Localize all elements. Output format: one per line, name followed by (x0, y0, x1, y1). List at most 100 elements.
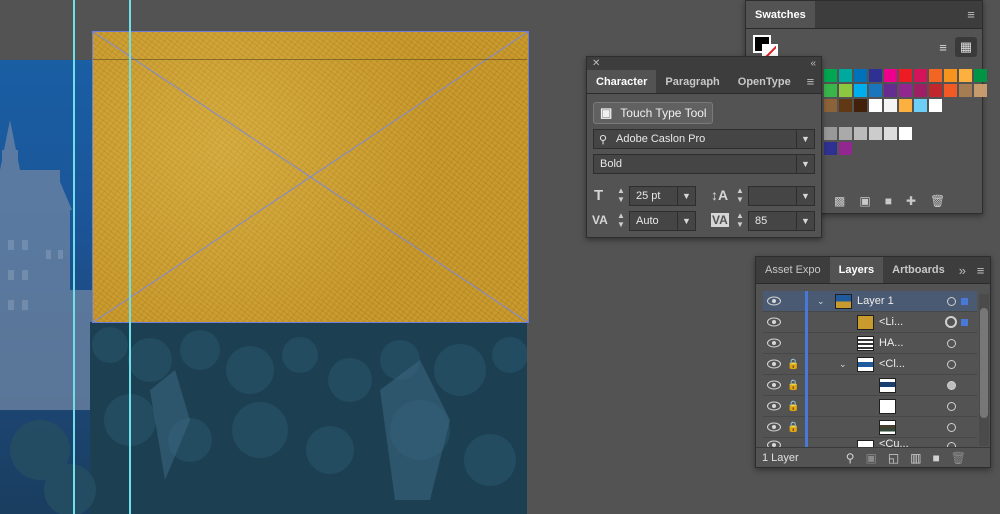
close-icon[interactable]: ✕ (592, 57, 600, 70)
eye-icon[interactable] (767, 440, 781, 447)
target-icon[interactable] (947, 296, 956, 306)
target-icon[interactable] (945, 316, 957, 328)
swatch-library-icon[interactable]: ▩ (834, 194, 845, 208)
vertical-guide[interactable] (129, 0, 131, 514)
layer-row-sublayer[interactable]: 🔒 (763, 375, 977, 396)
lock-icon[interactable]: 🔒 (787, 401, 799, 412)
font-family-dropdown[interactable]: ⚲ Adobe Caslon Pro ▼ (593, 129, 815, 149)
eye-icon[interactable] (767, 401, 781, 411)
chevron-down-icon[interactable]: ⌄ (839, 359, 847, 370)
layer-row-text[interactable]: HA... (763, 333, 977, 354)
color-swatch[interactable] (824, 69, 837, 82)
group-swatch[interactable] (839, 142, 852, 155)
layer-name[interactable]: <Cu... (879, 438, 909, 447)
eye-icon[interactable] (767, 317, 781, 327)
tab-artboards[interactable]: Artboards (883, 257, 954, 283)
color-swatch[interactable] (884, 84, 897, 97)
color-swatch[interactable] (884, 69, 897, 82)
layer-row-sublayer[interactable]: 🔒 (763, 396, 977, 417)
color-swatch[interactable] (974, 84, 987, 97)
kerning-field[interactable]: Auto ▼ (629, 211, 696, 231)
color-swatch[interactable] (824, 84, 837, 97)
layer-row-linked-image[interactable]: <Li... (763, 312, 977, 333)
color-swatch[interactable] (929, 99, 942, 112)
font-style-dropdown[interactable]: Bold ▼ (593, 154, 815, 174)
color-swatch[interactable] (884, 99, 897, 112)
color-swatch[interactable] (959, 84, 972, 97)
tab-swatches[interactable]: Swatches (746, 1, 815, 28)
eye-icon[interactable] (767, 296, 781, 306)
lock-icon[interactable]: 🔒 (787, 380, 799, 391)
layer-name[interactable]: Layer 1 (857, 295, 894, 307)
color-swatch[interactable] (824, 99, 837, 112)
color-swatch[interactable] (854, 99, 867, 112)
color-swatch[interactable] (974, 69, 987, 82)
leading-field[interactable]: ▼ (748, 186, 815, 206)
font-size-field[interactable]: 25 pt ▼ (629, 186, 696, 206)
selection-indicator[interactable] (961, 297, 968, 305)
color-swatch[interactable] (869, 99, 882, 112)
color-swatch[interactable] (899, 69, 912, 82)
color-swatch[interactable] (839, 99, 852, 112)
tab-character[interactable]: Character (587, 70, 657, 93)
color-swatch[interactable] (929, 69, 942, 82)
gray-swatch[interactable] (899, 127, 912, 140)
scrollbar-thumb[interactable] (980, 308, 988, 418)
lock-icon[interactable]: 🔒 (787, 422, 799, 433)
color-swatch[interactable] (869, 69, 882, 82)
color-swatch[interactable] (914, 99, 927, 112)
color-swatch[interactable] (944, 69, 957, 82)
kerning-stepper[interactable]: ▲ ▼ (616, 211, 626, 231)
new-color-group-icon[interactable]: ■ (885, 194, 892, 208)
new-swatch-icon[interactable]: ✚ (906, 194, 916, 208)
color-swatch[interactable] (854, 69, 867, 82)
tab-asset-export[interactable]: Asset Expo (756, 257, 830, 283)
group-swatch[interactable] (824, 142, 837, 155)
eye-icon[interactable] (767, 359, 781, 369)
gray-swatch[interactable] (884, 127, 897, 140)
layer-row-compound[interactable]: <Cu... (763, 438, 977, 447)
color-swatch[interactable] (929, 84, 942, 97)
trash-icon[interactable]: 🗑 (951, 451, 966, 465)
hamburger-menu-icon[interactable]: ≡ (971, 257, 990, 283)
collapse-icon[interactable]: « (810, 57, 816, 70)
eye-icon[interactable] (767, 338, 781, 348)
target-icon[interactable] (947, 401, 956, 411)
eye-icon[interactable] (767, 422, 781, 432)
chevron-down-icon[interactable]: ⌄ (817, 296, 825, 307)
tracking-field[interactable]: 85 ▼ (748, 211, 815, 231)
gray-swatch[interactable] (869, 127, 882, 140)
hamburger-menu-icon[interactable]: ≡ (800, 70, 821, 93)
layer-name[interactable]: <Li... (879, 316, 903, 328)
color-swatch[interactable] (854, 84, 867, 97)
target-icon[interactable] (947, 380, 956, 390)
color-swatch[interactable] (869, 84, 882, 97)
tab-opentype[interactable]: OpenType (729, 70, 800, 93)
layer-name[interactable]: HA... (879, 337, 903, 349)
gray-swatch[interactable] (839, 127, 852, 140)
lock-icon[interactable]: 🔒 (787, 359, 799, 370)
color-swatch[interactable] (839, 84, 852, 97)
color-swatch[interactable] (899, 99, 912, 112)
trash-icon[interactable]: 🗑 (930, 194, 945, 208)
tracking-stepper[interactable]: ▲ ▼ (735, 211, 745, 231)
color-swatch[interactable] (899, 84, 912, 97)
swatch-options-icon[interactable]: ▣ (859, 194, 870, 208)
search-icon[interactable]: ⚲ (846, 451, 855, 465)
layer-name[interactable]: <Cl... (879, 358, 905, 370)
target-icon[interactable] (947, 422, 956, 432)
tab-paragraph[interactable]: Paragraph (656, 70, 728, 93)
layers-scrollbar[interactable] (979, 294, 989, 446)
layer-row-layer-1[interactable]: ⌄ Layer 1 (763, 291, 977, 312)
color-swatch[interactable] (944, 84, 957, 97)
list-view-icon[interactable]: ≡ (932, 37, 954, 57)
font-size-stepper[interactable]: ▲ ▼ (616, 186, 626, 206)
new-sublayer-icon[interactable]: ▥ (910, 451, 921, 465)
clip-mask-icon[interactable]: ◱ (888, 451, 899, 465)
grid-view-icon[interactable]: ▦ (955, 37, 977, 57)
hamburger-menu-icon[interactable]: ≡ (960, 1, 982, 28)
color-swatch[interactable] (959, 69, 972, 82)
selection-indicator[interactable] (961, 318, 968, 326)
color-swatch[interactable] (839, 69, 852, 82)
new-layer-icon[interactable]: ■ (933, 451, 940, 465)
